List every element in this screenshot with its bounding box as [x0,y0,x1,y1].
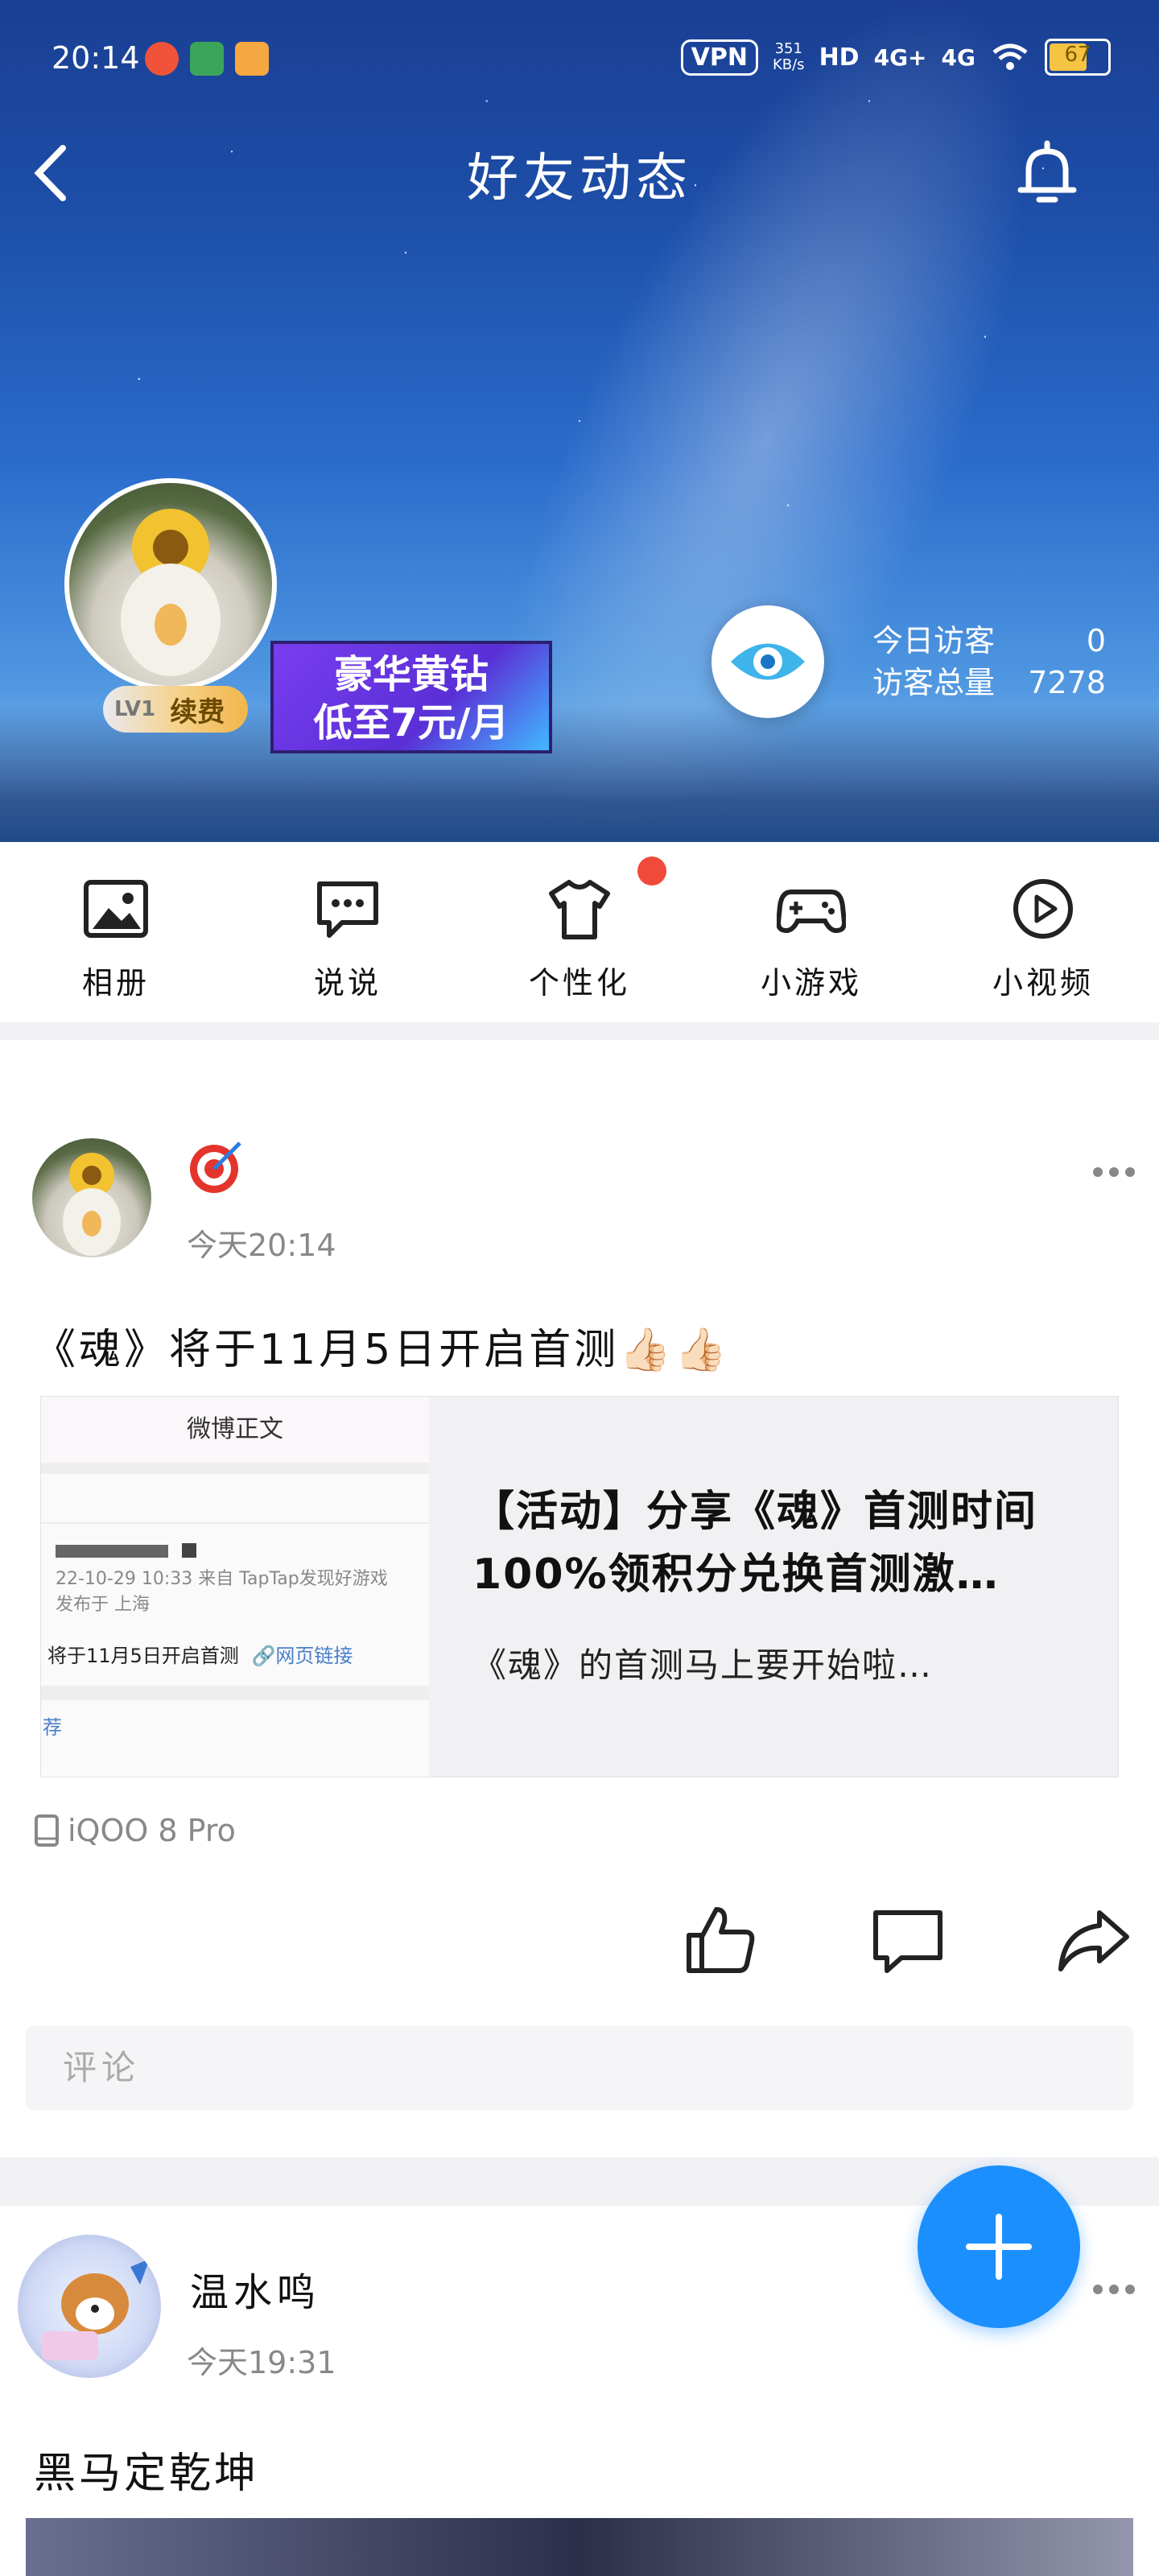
app-notification-icon [145,42,179,76]
post-author-avatar[interactable] [18,2235,161,2378]
phone-icon [35,1814,59,1847]
page-title: 好友动态 [467,149,692,208]
post-author-name[interactable]: 温水鸣 [190,2260,320,2317]
post-text: 《魂》将于11月5日开启首测👍🏻👍🏻 [34,1326,730,1374]
network-speed: 351 KB/s [773,41,805,73]
status-bar: 20:14 VPN 351 KB/s HD 4G+ 4G 67 [0,32,1159,97]
target-emoji-icon [190,1141,241,1193]
quick-entry-label: 小游戏 [760,965,862,1001]
wifi-icon [992,43,1028,70]
thumb-tag: 荐 [43,1716,62,1739]
level-renew-badge[interactable]: LV1 续费 [103,686,248,733]
post-author-avatar[interactable] [32,1138,151,1257]
status-notification-icons [145,42,269,76]
photo-album-icon [84,880,148,938]
thumb-header: 微博正文 [41,1397,429,1463]
thumb-spacer [41,1474,429,1524]
new-badge-dot [637,857,666,886]
battery-indicator: 67 [1045,39,1111,76]
visitors-total-label: 访客总量 [872,665,996,700]
quick-entry-album[interactable]: 相册 [35,874,196,1002]
duck-avatar-image [121,509,221,676]
visitors-today-label: 今日访客 [872,623,996,658]
battery-level: 67 [1064,43,1091,67]
share-icon[interactable] [1054,1901,1132,1979]
message-bubble-icon [317,881,378,938]
corgi-avatar-image [42,2259,150,2360]
speed-unit: KB/s [772,56,805,73]
device-info: iQOO 8 Pro [34,1813,236,1848]
plus-icon[interactable] [918,2165,1080,2328]
quick-entry-label: 小视频 [992,965,1094,1001]
app-notification-icon [235,42,269,76]
thumb-link: 🔗网页链接 [251,1645,353,1667]
device-name: iQOO 8 Pro [68,1813,236,1848]
signal-4g-plus: 4G+ [873,43,927,71]
level-label: LV1 [114,697,156,721]
quick-entry-personalize[interactable]: 个性化 [499,874,660,1002]
post-text: 黑马定乾坤 [34,2450,260,2498]
quick-entry-videos[interactable]: 小视频 [963,874,1124,1002]
quick-entry-games[interactable]: 小游戏 [731,874,892,1002]
vpn-badge: VPN [680,39,758,76]
vip-promo-banner[interactable]: 豪华黄钻 低至7元/月 [270,641,552,753]
status-time: 20:14 [52,40,140,76]
shared-description: 《魂》的首测马上要开始啦… [472,1645,934,1685]
shared-thumbnail: 微博正文 22-10-29 10:33 来自 TapTap发现好游戏 发布于 上… [41,1397,429,1777]
section-divider [0,1022,1159,1040]
visitors-total-value: 7278 [1028,665,1106,700]
thumb-body-row: 将于11月5日开启首测 🔗网页链接 [41,1616,429,1668]
eye-icon [731,643,805,680]
play-circle-icon [1013,879,1073,939]
app-notification-icon [190,42,224,76]
thumb-blur-row [41,1524,429,1564]
quick-entry-label: 相册 [81,965,150,1001]
visitor-stats[interactable]: 今日访客 0 访客总量 7278 [872,620,1106,704]
quick-entry-label: 说说 [313,965,382,1001]
quick-entry-shuoshuo[interactable]: 说说 [267,874,428,1002]
speed-value: 351 [774,40,802,57]
post-time: 今天20:14 [187,1228,336,1263]
post-image[interactable] [26,2518,1133,2576]
shared-title: 【活动】分享《魂》首测时间100%领积分兑换首测激… [472,1488,1038,1599]
comment-input[interactable]: 评论 [26,2025,1133,2111]
duck-avatar-image [63,1153,121,1256]
more-options-icon[interactable] [1093,2285,1141,2301]
user-avatar[interactable] [64,478,277,691]
thumb-divider [41,1686,429,1700]
tshirt-icon [549,880,610,939]
thumb-divider [41,1463,429,1474]
bell-icon[interactable] [1011,137,1083,209]
status-right-group: VPN 351 KB/s HD 4G+ 4G 67 [680,39,1111,76]
quick-entry-label: 个性化 [528,965,630,1001]
quick-entries-bar: 相册 说说 个性化 小游戏 小视频 [0,842,1159,1022]
visitor-eye-button[interactable] [711,605,824,718]
post-time: 今天19:31 [187,2345,336,2380]
vip-line2: 低至7元/月 [313,700,509,745]
renew-label: 续费 [170,696,225,729]
thumb-meta1: 22-10-29 10:33 来自 TapTap发现好游戏 [56,1569,388,1589]
comment-icon[interactable] [869,1901,947,1979]
gamepad-icon [775,890,848,934]
shared-link-card[interactable]: 微博正文 22-10-29 10:33 来自 TapTap发现好游戏 发布于 上… [40,1396,1119,1777]
thumb-body: 将于11月5日开启首测 [47,1645,239,1667]
visitors-today-value: 0 [1086,623,1106,658]
hd-badge: HD [819,43,860,72]
thumb-meta2: 发布于 上海 [56,1595,150,1615]
like-icon[interactable] [681,1901,758,1979]
more-options-icon[interactable] [1093,1167,1141,1183]
signal-4g: 4G [941,43,975,71]
profile-header: 20:14 VPN 351 KB/s HD 4G+ 4G 67 好友动态 LV1… [0,0,1159,842]
vip-line1: 豪华黄钻 [333,652,489,697]
